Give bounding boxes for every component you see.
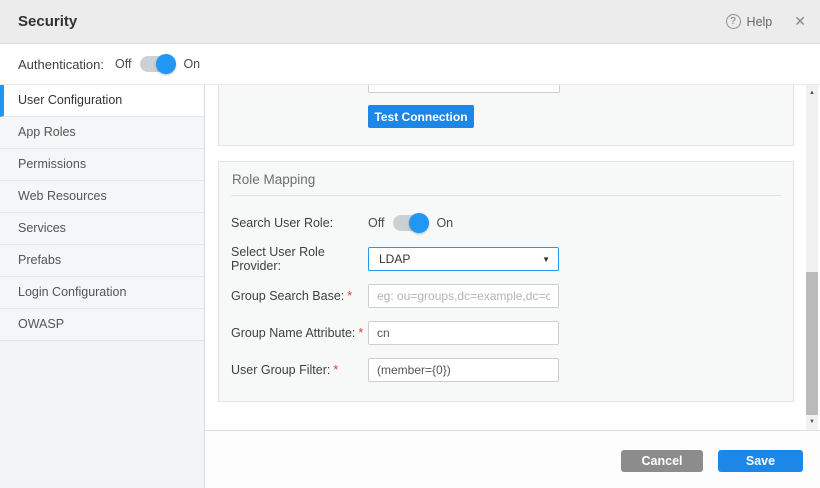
- authentication-on-label: On: [183, 57, 200, 71]
- authentication-toggle[interactable]: [140, 56, 174, 72]
- provider-label: Select User Role Provider:: [231, 245, 368, 273]
- sidebar-item-permissions[interactable]: Permissions: [0, 149, 204, 181]
- provider-row: Select User Role Provider: LDAP ▼: [231, 247, 781, 271]
- help-icon: ?: [726, 14, 741, 29]
- authentication-bar: Authentication: Off On: [0, 44, 820, 85]
- required-asterisk: *: [333, 363, 338, 377]
- authentication-label: Authentication:: [18, 57, 115, 72]
- toggle-knob: [409, 213, 429, 233]
- partial-input[interactable]: [368, 85, 560, 93]
- group-search-base-input[interactable]: [368, 284, 559, 308]
- search-user-role-toggle[interactable]: [393, 215, 427, 231]
- role-mapping-panel: Role Mapping Search User Role: Off On Se…: [218, 161, 794, 402]
- user-group-filter-row: User Group Filter:*: [231, 358, 781, 382]
- user-group-filter-input[interactable]: [368, 358, 559, 382]
- scrollbar-thumb[interactable]: [806, 272, 818, 415]
- sidebar-item-services[interactable]: Services: [0, 213, 204, 245]
- group-name-attribute-row: Group Name Attribute:*: [231, 321, 781, 345]
- vertical-scrollbar[interactable]: ▲ ▼: [806, 85, 818, 430]
- group-name-attribute-input[interactable]: [368, 321, 559, 345]
- authentication-toggle-group: Off On: [115, 56, 200, 72]
- cancel-button[interactable]: Cancel: [621, 450, 703, 472]
- search-user-role-on-label: On: [436, 216, 453, 230]
- sidebar: User Configuration App Roles Permissions…: [0, 85, 205, 488]
- page-title: Security: [18, 13, 726, 30]
- search-user-role-toggle-group: Off On: [368, 215, 453, 231]
- sidebar-item-user-configuration[interactable]: User Configuration: [0, 85, 204, 117]
- toggle-knob: [156, 54, 176, 74]
- group-search-base-row: Group Search Base:*: [231, 284, 781, 308]
- sidebar-item-app-roles[interactable]: App Roles: [0, 117, 204, 149]
- group-search-base-label: Group Search Base:: [231, 289, 344, 303]
- main-content: Test Connection Role Mapping Search User…: [205, 85, 820, 488]
- user-role-provider-select[interactable]: LDAP ▼: [368, 247, 559, 271]
- close-icon[interactable]: ✕: [794, 13, 806, 30]
- sidebar-item-login-configuration[interactable]: Login Configuration: [0, 277, 204, 309]
- page-header: Security ? Help ✕: [0, 0, 820, 44]
- scroll-up-icon[interactable]: ▲: [806, 89, 818, 97]
- sidebar-item-owasp[interactable]: OWASP: [0, 309, 204, 341]
- search-user-role-off-label: Off: [368, 216, 384, 230]
- search-user-role-row: Search User Role: Off On: [231, 211, 781, 235]
- section-divider: [231, 195, 781, 196]
- role-mapping-title: Role Mapping: [232, 172, 315, 187]
- save-button[interactable]: Save: [718, 450, 803, 472]
- sidebar-item-prefabs[interactable]: Prefabs: [0, 245, 204, 277]
- sidebar-item-web-resources[interactable]: Web Resources: [0, 181, 204, 213]
- search-user-role-label: Search User Role:: [231, 216, 368, 230]
- content-scroll-area: Test Connection Role Mapping Search User…: [205, 85, 820, 430]
- connection-panel: Test Connection: [218, 85, 794, 146]
- footer-action-bar: Cancel Save: [205, 430, 820, 488]
- help-label: Help: [747, 15, 773, 29]
- security-page: Security ? Help ✕ Authentication: Off On…: [0, 0, 820, 488]
- required-asterisk: *: [358, 326, 363, 340]
- header-actions: ? Help ✕: [726, 13, 806, 30]
- authentication-off-label: Off: [115, 57, 131, 71]
- required-asterisk: *: [347, 289, 352, 303]
- group-name-attribute-label: Group Name Attribute:: [231, 326, 355, 340]
- test-connection-button[interactable]: Test Connection: [368, 105, 474, 128]
- dropdown-arrow-icon: ▼: [542, 255, 550, 264]
- scroll-down-icon[interactable]: ▼: [806, 418, 818, 426]
- user-group-filter-label: User Group Filter:: [231, 363, 330, 377]
- help-button[interactable]: ? Help: [726, 14, 773, 29]
- provider-selected-value: LDAP: [379, 252, 410, 266]
